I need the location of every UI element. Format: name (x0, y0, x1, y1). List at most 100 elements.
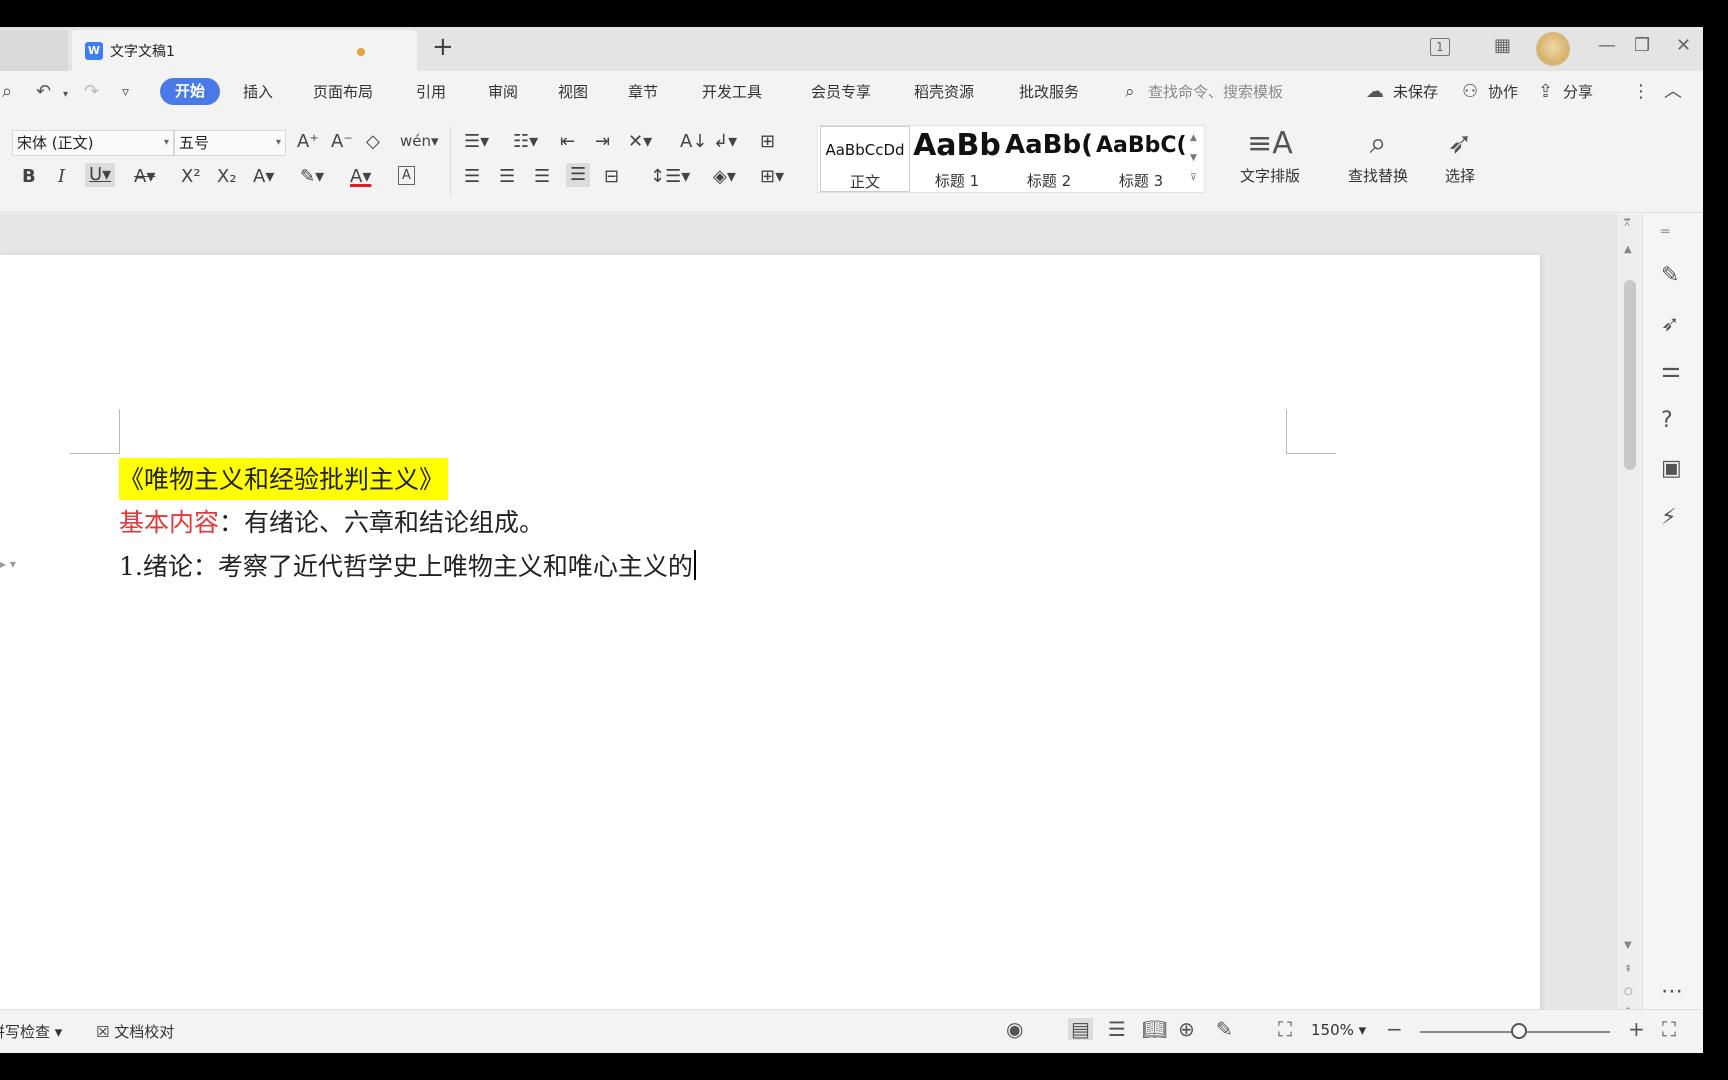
text-effect-icon[interactable]: A▾ (253, 166, 274, 188)
find-replace-button[interactable]: ⌕ 查找替换 (1336, 127, 1420, 186)
new-tab-icon[interactable]: + (432, 33, 454, 61)
document-page[interactable] (0, 255, 1540, 1015)
increase-indent-icon[interactable]: ⇥ (595, 131, 610, 153)
scroll-up-icon[interactable]: ▲ (1624, 244, 1632, 255)
shading-icon[interactable]: ◈▾ (713, 166, 736, 188)
command-search-input[interactable]: 查找命令、搜索模板 (1148, 81, 1283, 102)
help-icon[interactable]: ? (1661, 409, 1673, 433)
tab-ruler-icon[interactable]: ⊞ (760, 131, 775, 153)
style-heading-2[interactable]: AaBb( 标题 2 (1004, 126, 1094, 192)
justify-icon[interactable]: ☰ (566, 163, 591, 187)
align-center-icon[interactable]: ☰ (499, 166, 515, 188)
spellcheck-button[interactable]: 拼写检查 ▾ (0, 1021, 62, 1042)
scroll-down-icon[interactable]: ▼ (1624, 940, 1632, 951)
write-mode-icon[interactable]: ✎ (1216, 1018, 1233, 1040)
quick-tool-icon[interactable]: ⚡ (1661, 506, 1676, 530)
select-browse-object-icon[interactable]: ○ (1624, 986, 1633, 997)
close-icon[interactable]: ✕ (1676, 35, 1691, 57)
reading-view-icon[interactable]: 📖︎ (1142, 1018, 1167, 1040)
menu-tab-member[interactable]: 会员专享 (811, 81, 871, 102)
zoom-in-icon[interactable]: + (1628, 1018, 1645, 1040)
more-icon[interactable]: ⋮ (1632, 82, 1650, 102)
style-normal[interactable]: AaBbCcDd 正文 (820, 126, 910, 192)
minimize-icon[interactable]: — (1598, 35, 1616, 57)
print-preview-icon[interactable]: ⌕ (2, 82, 12, 102)
font-size-select[interactable]: 五号 ▾ (174, 130, 286, 156)
strikethrough-icon[interactable]: A▾ (134, 166, 155, 188)
share-button[interactable]: 分享 (1563, 81, 1593, 102)
menu-tab-home[interactable]: 开始 (160, 78, 220, 105)
subscript-icon[interactable]: X₂ (217, 166, 237, 188)
redo-icon[interactable]: ↷ (84, 82, 99, 102)
superscript-icon[interactable]: X² (181, 166, 201, 188)
style-scroll-icon[interactable]: ▲ ▼ ⊽ (1190, 128, 1197, 188)
fullscreen-icon[interactable]: ⛶ (1662, 1018, 1676, 1040)
char-border-icon[interactable]: A (398, 166, 415, 185)
grow-font-icon[interactable]: A⁺ (297, 131, 319, 153)
decrease-indent-icon[interactable]: ⇤ (560, 131, 575, 153)
menu-tab-review[interactable]: 审阅 (488, 81, 518, 102)
menu-tab-docer[interactable]: 稻壳资源 (914, 81, 974, 102)
scroll-top-icon[interactable]: ⩞ (1624, 218, 1630, 229)
shrink-font-icon[interactable]: A⁻ (331, 131, 353, 153)
page-view-icon[interactable]: ▤ (1068, 1018, 1093, 1040)
zoom-slider-knob[interactable] (1510, 1023, 1527, 1039)
clear-format-icon[interactable]: ◇ (366, 131, 380, 153)
phonetic-guide-icon[interactable]: wén▾ (400, 130, 439, 152)
bold-icon[interactable]: B (22, 166, 36, 188)
menu-tab-correction[interactable]: 批改服务 (1019, 81, 1079, 102)
user-avatar[interactable] (1536, 32, 1570, 66)
undo-icon[interactable]: ↶ (36, 82, 51, 102)
web-view-icon[interactable]: ⊕ (1178, 1018, 1195, 1040)
underline-icon[interactable]: U▾ (85, 163, 116, 187)
collaborate-button[interactable]: 协作 (1488, 81, 1518, 102)
edit-pen-icon[interactable]: ✎ (1661, 264, 1679, 288)
zoom-level-select[interactable]: 150% ▾ (1311, 1021, 1366, 1039)
menu-tab-chapter[interactable]: 章节 (628, 81, 658, 102)
menu-tab-view[interactable]: 视图 (558, 81, 588, 102)
eye-protection-icon[interactable]: ◉ (1006, 1018, 1023, 1040)
borders-icon[interactable]: ⊞▾ (760, 166, 784, 188)
bullet-list-icon[interactable]: ☰▾ (464, 131, 489, 153)
line-spacing-icon[interactable]: ↕☰▾ (650, 166, 690, 188)
menu-tab-page-layout[interactable]: 页面布局 (313, 81, 373, 102)
restore-icon[interactable]: ❐ (1634, 35, 1650, 57)
numbered-list-icon[interactable]: ☷▾ (513, 131, 538, 153)
align-left-icon[interactable]: ☰ (464, 166, 480, 188)
zoom-out-icon[interactable]: − (1386, 1018, 1403, 1040)
style-heading-3[interactable]: AaBbC( 标题 3 (1096, 126, 1186, 192)
document-tab[interactable]: W 文字文稿1 (72, 30, 417, 71)
basic-content-line[interactable]: 基本内容：有绪论、六章和结论组成。 (119, 503, 544, 539)
menu-tab-insert[interactable]: 插入 (243, 81, 273, 102)
collapse-ribbon-icon[interactable]: ︿ (1664, 82, 1682, 102)
intro-line[interactable]: 1.绪论：考察了近代哲学史上唯物主义和唯心主义的 (119, 547, 696, 583)
document-title-line[interactable]: 《唯物主义和经验批判主义》 (119, 458, 449, 500)
properties-sliders-icon[interactable]: ⚌ (1661, 359, 1681, 383)
fit-page-icon[interactable]: ⛶ (1278, 1018, 1292, 1040)
prev-page-icon[interactable]: ⇞ (1624, 964, 1632, 975)
highlight-icon[interactable]: ✎▾ (300, 166, 324, 188)
apps-grid-icon[interactable]: ▦ (1494, 35, 1511, 57)
paragraph-handle-icon[interactable]: ▸ ▾ (0, 557, 16, 571)
chinese-layout-icon[interactable]: ✕▾ (628, 131, 652, 153)
italic-icon[interactable]: I (58, 166, 65, 188)
outline-view-icon[interactable]: ☰ (1108, 1018, 1126, 1040)
more-dots-icon[interactable]: ⋯ (1661, 980, 1683, 1004)
scroll-thumb[interactable] (1624, 280, 1636, 470)
sort-icon[interactable]: A↓ (680, 131, 707, 153)
menu-tab-developer[interactable]: 开发工具 (702, 81, 762, 102)
unsaved-status[interactable]: 未保存 (1393, 81, 1438, 102)
text-layout-button[interactable]: ≡A 文字排版 (1228, 127, 1312, 186)
align-right-icon[interactable]: ☰ (534, 166, 550, 188)
reading-layout-icon[interactable]: 1 (1430, 38, 1450, 56)
menu-tab-references[interactable]: 引用 (416, 81, 446, 102)
distributed-align-icon[interactable]: ⊟ (604, 166, 619, 188)
doc-check-button[interactable]: ☒ 文档校对 (96, 1021, 174, 1042)
show-marks-icon[interactable]: ↲▾ (713, 131, 737, 153)
select-button[interactable]: ➶ 选择 (1430, 127, 1490, 186)
home-tab[interactable] (0, 30, 68, 71)
quick-access-dropdown-icon[interactable]: ▿ (122, 82, 129, 102)
search-icon[interactable]: ⌕ (1125, 82, 1135, 102)
image-tool-icon[interactable]: ▣ (1661, 457, 1682, 481)
font-name-select[interactable]: 宋体 (正文) ▾ (12, 130, 174, 156)
